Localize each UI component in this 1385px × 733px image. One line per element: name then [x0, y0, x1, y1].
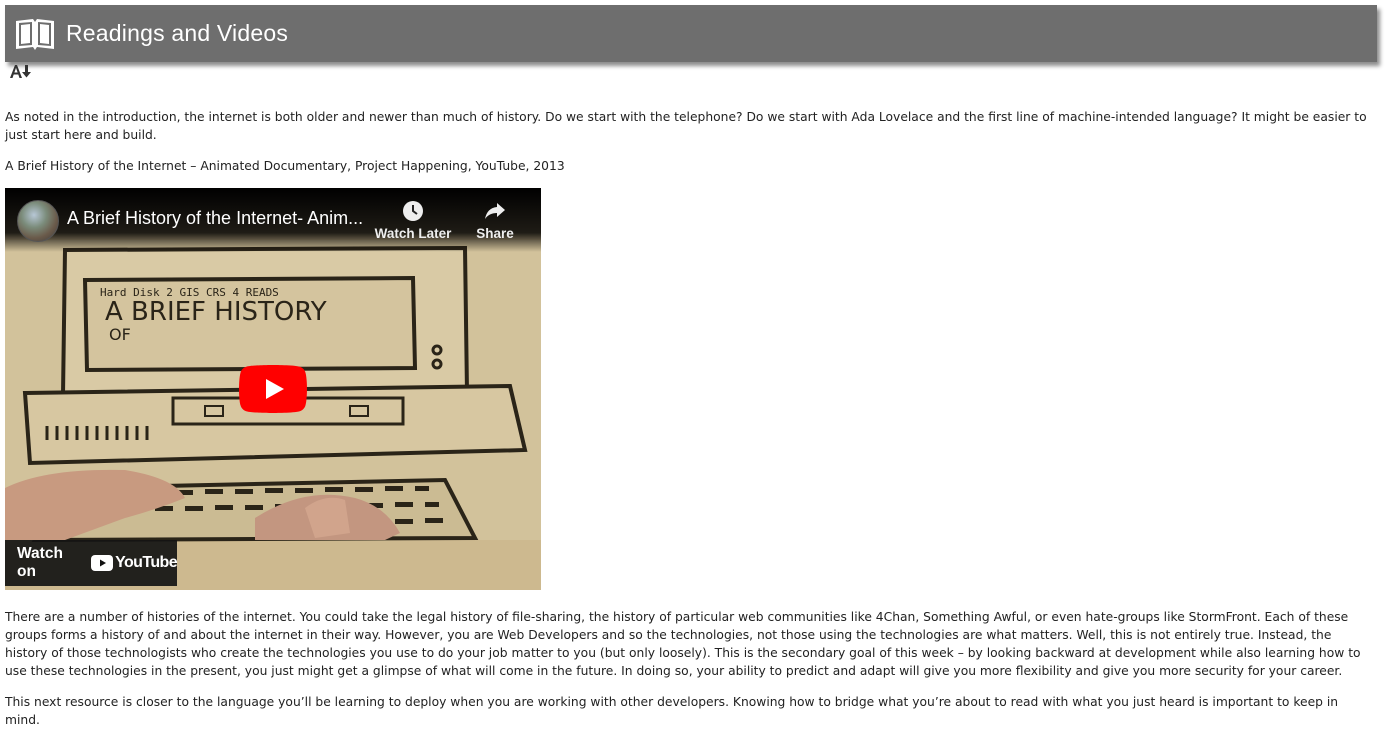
page-title: Readings and Videos: [66, 20, 289, 46]
youtube-wordmark: YouTube: [115, 554, 177, 571]
thumbnail-text-2: A BRIEF HISTORY: [105, 297, 327, 327]
watch-later-label: Watch Later: [374, 226, 452, 241]
clock-icon: [403, 201, 423, 221]
histories-paragraph: There are a number of histories of the i…: [5, 610, 1361, 678]
book-icon: [16, 18, 54, 50]
thumbnail-text-3: OF: [109, 325, 131, 344]
watch-on-youtube-link[interactable]: Watch on YouTube: [5, 540, 178, 586]
video-title[interactable]: A Brief History of the Internet- Anim...: [67, 208, 367, 229]
intro-paragraph: As noted in the introduction, the intern…: [5, 110, 1367, 142]
next-resource-paragraph: This next resource is closer to the lang…: [5, 695, 1339, 727]
share-icon: [485, 203, 505, 219]
watch-on-label: Watch on: [17, 545, 63, 580]
youtube-video-embed[interactable]: Hard Disk 2 GIS CRS 4 READS A BRIEF HIST…: [5, 188, 541, 590]
share-button[interactable]: Share: [467, 200, 523, 241]
page-header: Readings and Videos: [5, 5, 1377, 62]
share-label: Share: [476, 226, 514, 241]
youtube-logo: YouTube: [91, 554, 178, 572]
video-citation: A Brief History of the Internet – Animat…: [5, 159, 565, 173]
watch-later-button[interactable]: Watch Later: [373, 200, 453, 241]
text-size-icon[interactable]: [9, 62, 33, 80]
play-icon[interactable]: [239, 365, 307, 413]
youtube-icon: [91, 555, 114, 571]
channel-avatar[interactable]: [17, 200, 59, 242]
